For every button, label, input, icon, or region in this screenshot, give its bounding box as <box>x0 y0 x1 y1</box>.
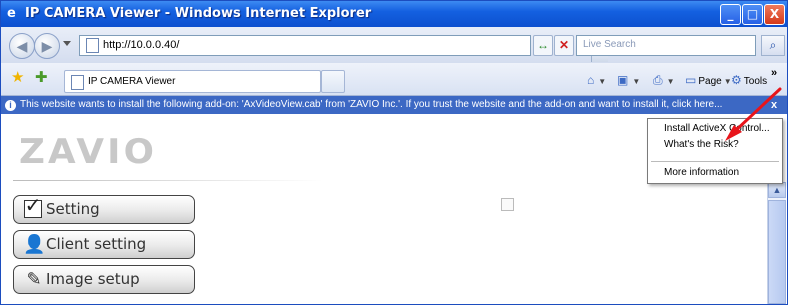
search-placeholder: Live Search <box>583 39 636 50</box>
user-icon: 👤 <box>23 234 46 254</box>
check-glyph: ✓ <box>24 195 42 217</box>
new-tab-button[interactable] <box>321 70 345 93</box>
tab-ip-camera-viewer[interactable]: IP CAMERA Viewer <box>64 70 321 93</box>
page-icon: ▭ <box>685 73 697 87</box>
window-title: IP CAMERA Viewer - Windows Internet Expl… <box>25 6 372 21</box>
add-favorites-icon[interactable]: ✚ <box>35 70 48 86</box>
activex-placeholder <box>501 198 514 211</box>
home-icon: ⌂ <box>587 73 595 87</box>
title-bar: e IP CAMERA Viewer - Windows Internet Ex… <box>1 1 787 27</box>
menu-item-whats-the-risk[interactable]: What's the Risk? <box>664 139 739 150</box>
home-button[interactable]: ⌂ ▼ <box>587 73 606 87</box>
scroll-thumb[interactable] <box>768 200 786 304</box>
favorites-star-icon[interactable]: ★ <box>11 70 24 86</box>
address-toolbar: ◀ ▶ http://10.0.0.40/ ↔ ✕ Live Search ⌕ <box>1 27 787 63</box>
menu-separator <box>651 161 779 162</box>
print-button[interactable]: ⎙ ▼ <box>653 73 675 88</box>
menu-item-more-information[interactable]: More information <box>664 167 739 178</box>
gear-icon: ⚙ <box>731 73 742 87</box>
information-bar[interactable]: i This website wants to install the follo… <box>1 96 787 114</box>
page-icon <box>71 75 84 90</box>
client-setting-button[interactable]: 👤 Client setting <box>13 230 195 259</box>
information-bar-text: This website wants to install the follow… <box>20 99 723 110</box>
menu-item-install-activex[interactable]: Install ActiveX Control... <box>664 123 770 134</box>
tab-title: IP CAMERA Viewer <box>88 76 176 87</box>
stop-icon[interactable]: ✕ <box>554 35 574 56</box>
info-icon: i <box>5 99 16 111</box>
setting-label: Setting <box>46 200 100 218</box>
recent-pages-dropdown[interactable] <box>63 41 71 46</box>
scroll-up-arrow-icon[interactable]: ▲ <box>768 182 786 198</box>
image-setup-label: Image setup <box>46 270 140 288</box>
install-context-menu: Install ActiveX Control... What's the Ri… <box>647 118 783 184</box>
address-input[interactable]: http://10.0.0.40/ <box>79 35 608 62</box>
feeds-button[interactable]: ▣ ▼ <box>617 73 640 87</box>
tools-menu-button[interactable]: ⚙ Tools <box>731 73 767 87</box>
back-arrow-icon[interactable]: ◀ <box>9 33 35 59</box>
ie-logo-icon: e <box>7 6 16 21</box>
vertical-scrollbar[interactable]: ▲ <box>767 182 786 304</box>
client-setting-label: Client setting <box>46 235 147 253</box>
page-icon <box>86 38 99 53</box>
chevron-down-icon: ▼ <box>632 77 641 86</box>
zavio-logo: ZAVIO <box>19 132 158 172</box>
feeds-icon: ▣ <box>617 73 629 87</box>
chevron-down-icon: ▼ <box>666 77 675 86</box>
page-menu-label: Page <box>698 76 722 87</box>
image-setup-icon: ✎ <box>26 269 42 289</box>
page-menu-button[interactable]: ▭ Page ▼ <box>685 73 732 87</box>
maximize-button[interactable]: □ <box>742 4 763 25</box>
minimize-button[interactable]: _ <box>720 4 741 25</box>
browser-window: e IP CAMERA Viewer - Windows Internet Ex… <box>0 0 788 305</box>
toolbar-overflow-chevron[interactable]: » <box>771 67 777 79</box>
image-setup-button[interactable]: ✎ Image setup <box>13 265 195 294</box>
printer-icon: ⎙ <box>653 73 663 87</box>
forward-arrow-icon[interactable]: ▶ <box>34 33 60 59</box>
setting-button[interactable]: ✓ Setting <box>13 195 195 224</box>
search-icon[interactable]: ⌕ <box>761 35 785 56</box>
search-input[interactable]: Live Search <box>576 35 756 56</box>
logo-divider <box>13 180 323 181</box>
address-url: http://10.0.0.40/ <box>103 39 180 51</box>
close-button[interactable]: X <box>764 4 785 25</box>
tab-toolbar: ★ ✚ IP CAMERA Viewer ⌂ ▼ ▣ ▼ ⎙ ▼ ▭ Page ▼ ⚙ To… <box>1 63 787 96</box>
chevron-down-icon: ▼ <box>598 77 607 86</box>
tools-menu-label: Tools <box>743 76 768 87</box>
refresh-icon[interactable]: ↔ <box>533 35 553 56</box>
information-bar-close[interactable]: x <box>771 96 777 114</box>
